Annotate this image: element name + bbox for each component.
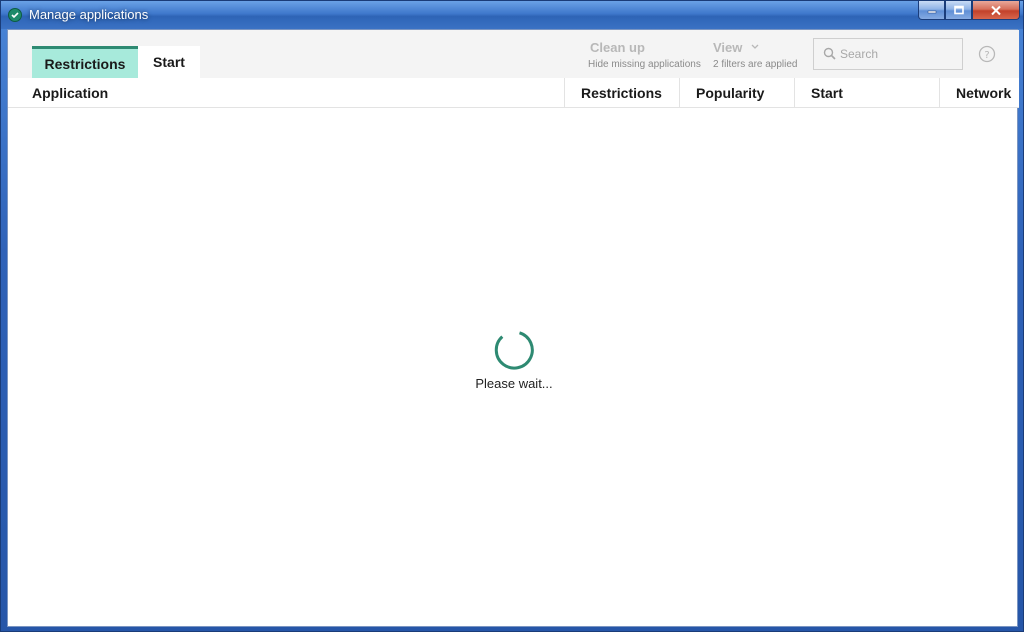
view-subtitle: 2 filters are applied [713, 59, 798, 70]
column-restrictions[interactable]: Restrictions [564, 78, 679, 108]
search-input[interactable]: Search [813, 38, 963, 70]
svg-text:?: ? [984, 50, 989, 61]
search-placeholder: Search [840, 47, 879, 61]
toolbar: Restrictions Start Clean up Hide missing… [8, 30, 1019, 78]
app-window: Manage applications Restrictions Start C… [0, 0, 1024, 632]
column-network[interactable]: Network [939, 78, 1019, 108]
minimize-button[interactable] [918, 1, 945, 20]
loading-text: Please wait... [475, 376, 553, 391]
view-title: View [713, 40, 743, 55]
window-client-area: Restrictions Start Clean up Hide missing… [7, 29, 1019, 627]
maximize-icon [953, 5, 964, 14]
window-controls [918, 1, 1020, 20]
column-popularity[interactable]: Popularity [679, 78, 794, 108]
window-title: Manage applications [29, 7, 149, 22]
spinner-icon [494, 331, 534, 370]
close-icon [991, 5, 1001, 15]
column-application[interactable]: Application [8, 78, 564, 108]
chevron-down-icon [751, 44, 759, 49]
tab-restrictions[interactable]: Restrictions [32, 46, 138, 78]
cleanup-title: Clean up [590, 40, 645, 55]
close-button[interactable] [972, 1, 1020, 20]
search-icon [823, 47, 836, 60]
title-bar[interactable]: Manage applications [1, 1, 1023, 29]
table-header: Application Restrictions Popularity Star… [8, 78, 1019, 108]
tab-start[interactable]: Start [138, 46, 200, 78]
minimize-icon [927, 10, 936, 14]
cleanup-subtitle: Hide missing applications [588, 59, 701, 70]
column-start[interactable]: Start [794, 78, 939, 108]
maximize-button[interactable] [945, 1, 972, 20]
help-icon[interactable]: ? [978, 45, 996, 63]
shield-check-icon [8, 8, 22, 22]
